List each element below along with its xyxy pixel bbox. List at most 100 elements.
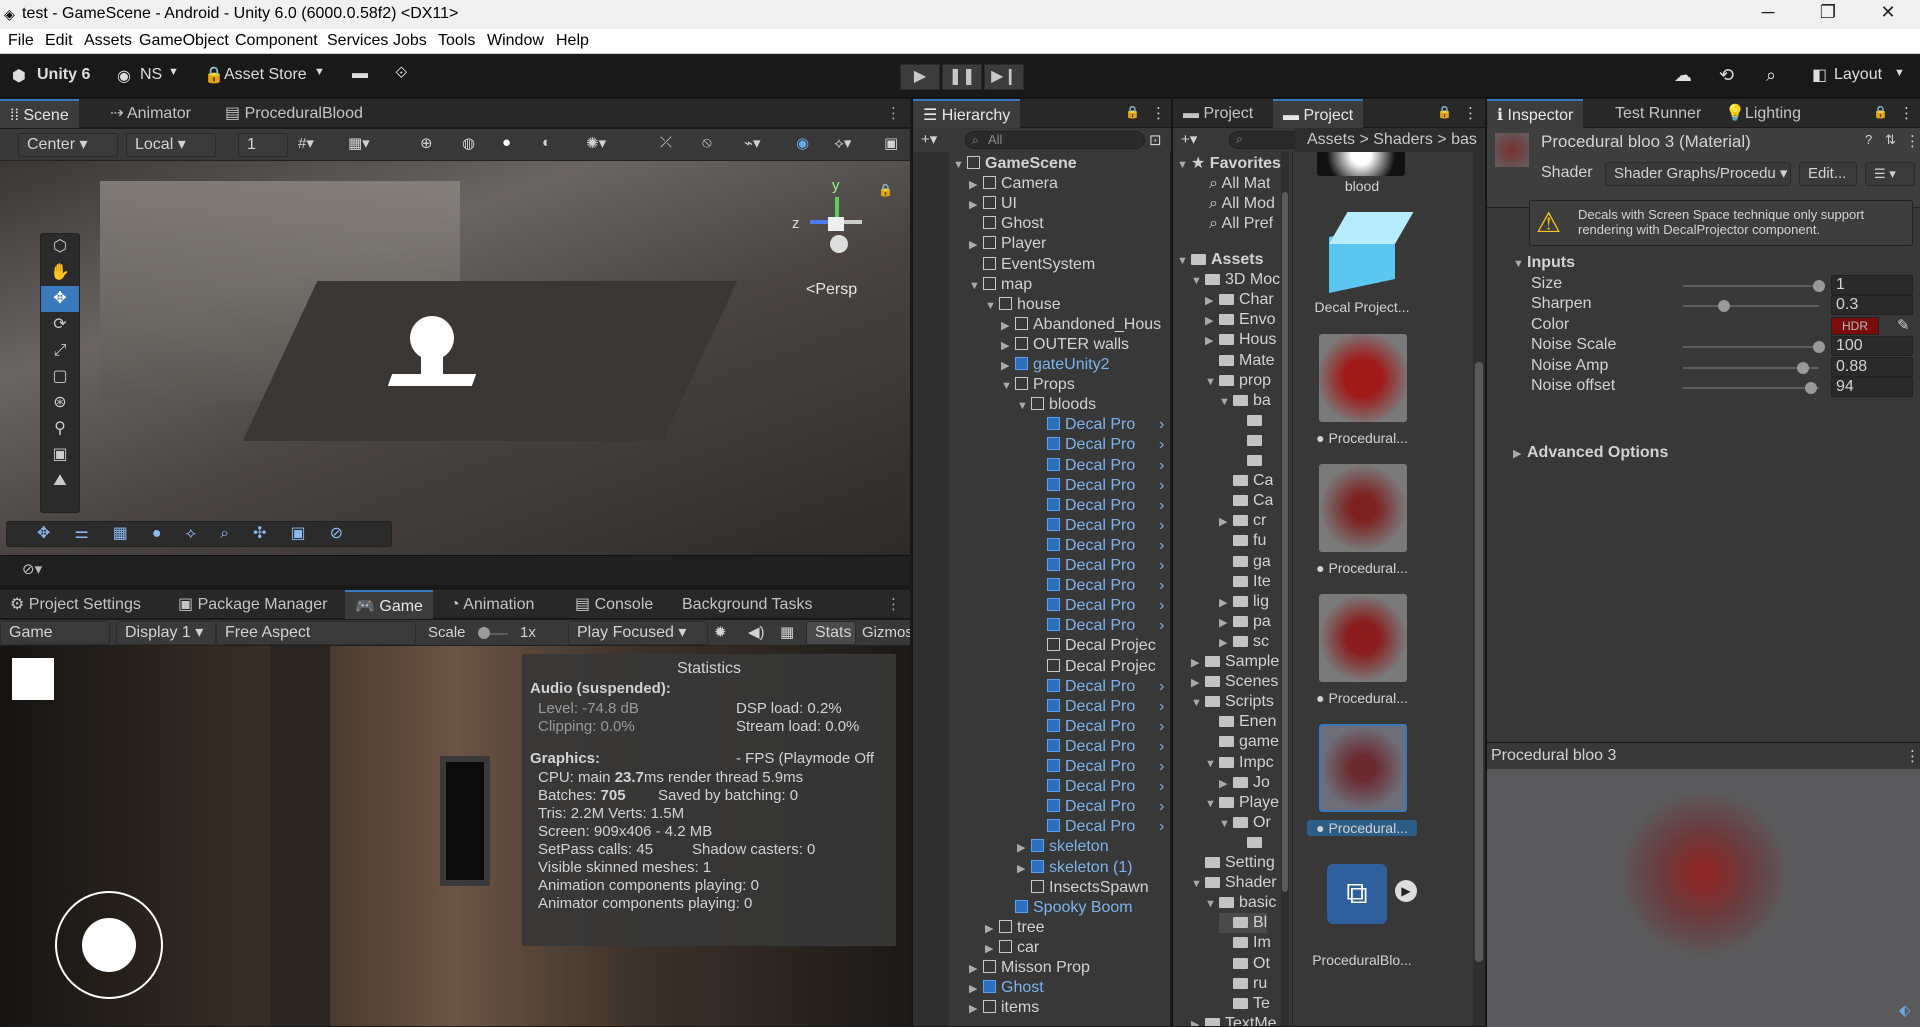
version-control-icon[interactable]: ⟐ (395, 65, 408, 91)
project-folder-item[interactable]: ▶ pa (1219, 612, 1271, 632)
chevron-right-icon[interactable]: › (1159, 697, 1164, 717)
menu-jobs[interactable]: Jobs (393, 32, 427, 50)
effects-icon[interactable]: ⟡▾ (834, 134, 851, 152)
foldout-arrow-icon[interactable]: ▼ (1219, 392, 1233, 411)
project-folder-item[interactable]: ▶ lig (1219, 592, 1269, 612)
create-asset-button[interactable]: +▾ (1181, 130, 1197, 148)
hierarchy-item[interactable]: ▼ house (949, 295, 1061, 315)
project-folder-item[interactable]: Ca (1219, 471, 1273, 491)
hierarchy-item[interactable]: ▶ skeleton (949, 837, 1109, 857)
advanced-options-foldout[interactable]: ▶ Advanced Options (1513, 444, 1668, 462)
maximize-button[interactable]: ❐ (1808, 2, 1848, 28)
cloud-icon[interactable]: ☁ (1674, 65, 1692, 91)
project-folder-item[interactable]: Enen (1205, 712, 1276, 732)
hierarchy-item[interactable]: Decal Pro › (949, 757, 1164, 777)
close-button[interactable]: ✕ (1868, 2, 1908, 28)
menu-gameobject[interactable]: GameObject (139, 32, 229, 50)
project-folder-item[interactable]: ▶ Jo (1219, 773, 1270, 793)
user-dropdown[interactable]: NS (140, 66, 162, 92)
rotate-tool-icon[interactable]: ⟳ (41, 312, 79, 338)
visibility-icon[interactable]: ◉ (796, 134, 809, 152)
foldout-arrow-icon[interactable]: ▼ (1001, 376, 1015, 396)
chevron-right-icon[interactable]: › (1159, 496, 1164, 516)
chevron-right-icon[interactable]: › (1159, 677, 1164, 697)
pause-button[interactable]: ❚❚ (942, 64, 982, 90)
history-icon[interactable]: ⟲ (1719, 65, 1734, 91)
scale-tool-icon[interactable]: ⤢ (41, 338, 79, 364)
foldout-arrow-icon[interactable]: ▶ (1219, 512, 1233, 531)
hierarchy-item[interactable]: Decal Projec (949, 636, 1156, 656)
tab-animation[interactable]: ◔ Animation (440, 590, 544, 619)
hierarchy-item[interactable]: Decal Projec (949, 657, 1156, 677)
hierarchy-item[interactable]: ▶ car (949, 938, 1039, 958)
hierarchy-item[interactable]: Decal Pro › (949, 616, 1164, 636)
shading-unlit-icon[interactable]: ◐ (542, 134, 551, 151)
hierarchy-item[interactable]: ▶ tree (949, 918, 1045, 938)
hierarchy-item[interactable]: ▶ Abandoned_Hous (949, 315, 1161, 335)
chevron-right-icon[interactable]: › (1159, 516, 1164, 536)
project-folder-item[interactable]: Ca (1219, 491, 1273, 511)
more-options-icon[interactable]: ⋮ (1151, 104, 1166, 122)
settings-icon[interactable]: ⇅ (1885, 132, 1896, 148)
project-folder-item[interactable]: game (1205, 732, 1279, 752)
foldout-arrow-icon[interactable]: ▼ (1191, 693, 1205, 712)
foldout-arrow-icon[interactable]: ▼ (953, 155, 967, 175)
property-value-field[interactable]: 0.3 (1831, 295, 1913, 316)
camera-settings-icon[interactable]: ▣ (884, 134, 898, 152)
project-folder-item[interactable]: ▶ cr (1219, 511, 1266, 531)
hierarchy-item[interactable]: Decal Pro › (949, 596, 1164, 616)
property-slider-knob[interactable] (1796, 361, 1809, 374)
project-folder-item[interactable]: ga (1219, 552, 1271, 572)
property-slider-knob[interactable] (1813, 280, 1825, 292)
tab-package-manager[interactable]: ▣ Package Manager (168, 590, 337, 619)
shading-shaded-wire-icon[interactable]: ◍ (462, 134, 475, 152)
overlay-tools-strip[interactable]: ✥⚌▦●⟡⌕✣▣⊘ (6, 521, 392, 547)
hierarchy-item[interactable]: InsectsSpawn (949, 878, 1149, 898)
game-viewport[interactable]: Statistics Audio (suspended): Level: -74… (0, 646, 910, 1026)
play-focused-dropdown[interactable]: Play Focused ▾ (568, 621, 708, 645)
project-folder-item[interactable]: ▼ Or (1219, 813, 1271, 833)
procedural-material-thumb[interactable] (1319, 464, 1407, 552)
project-folder-item[interactable]: ▼ 3D Moc (1191, 270, 1280, 290)
project-folder-item[interactable]: ▼ Shader (1191, 873, 1277, 893)
display-dropdown[interactable]: Display 1 ▾ (116, 621, 216, 645)
chevron-right-icon[interactable]: › (1159, 476, 1164, 496)
foldout-arrow-icon[interactable]: ▶ (1219, 633, 1233, 652)
hierarchy-item[interactable]: ▼ bloods (949, 395, 1096, 415)
game-mode-dropdown[interactable]: Game (0, 621, 110, 645)
tab-project-2[interactable]: ▬ Project (1273, 99, 1364, 128)
hierarchy-item[interactable]: Decal Pro › (949, 456, 1164, 476)
hierarchy-item[interactable]: Decal Pro › (949, 817, 1164, 837)
hand-tool-icon[interactable]: ✋ (41, 260, 79, 286)
foldout-arrow-icon[interactable]: ▶ (985, 939, 999, 959)
hierarchy-item[interactable]: ▼ Props (949, 375, 1075, 395)
tab-proceduralblood[interactable]: ▤ ProceduralBlood (215, 99, 373, 128)
lighting-toggle-icon[interactable]: ⦸ (702, 134, 712, 151)
project-folder-item[interactable] (1233, 833, 1267, 853)
chevron-right-icon[interactable]: › (1159, 456, 1164, 476)
shader-graph-icon[interactable]: ⧉ (1327, 864, 1387, 924)
search-filter-icon[interactable]: ⊡ (1149, 131, 1162, 149)
foldout-arrow-icon[interactable]: ▶ (969, 999, 983, 1019)
more-options-icon[interactable]: ⋮ (1905, 132, 1920, 150)
chevron-right-icon[interactable]: › (1159, 596, 1164, 616)
asset-grid-scrollbar[interactable] (1473, 152, 1485, 1026)
hierarchy-item[interactable]: Decal Pro › (949, 415, 1164, 435)
expand-subassets-icon[interactable]: ▶ (1395, 880, 1417, 902)
hierarchy-item[interactable]: ▶ items (949, 998, 1039, 1018)
foldout-arrow-icon[interactable]: ▶ (1205, 291, 1219, 310)
foldout-arrow-icon[interactable]: ▶ (1001, 356, 1015, 376)
foldout-arrow-icon[interactable]: ▶ (969, 195, 983, 215)
hierarchy-item[interactable]: ▶ gateUnity2 (949, 355, 1110, 375)
foldout-arrow-icon[interactable]: ▶ (1001, 316, 1015, 336)
project-folder-item[interactable]: ▼ Assets (1177, 250, 1263, 270)
chevron-right-icon[interactable]: › (1159, 576, 1164, 596)
hierarchy-item[interactable]: ▼ GameScene (949, 154, 1077, 174)
property-slider-track[interactable] (1683, 285, 1819, 287)
favorite-item[interactable]: ⌕ All Mat (1209, 174, 1270, 194)
project-folder-item[interactable]: Im (1219, 933, 1271, 953)
selected-material-thumb[interactable] (1319, 724, 1407, 812)
audio-toggle-icon[interactable]: ⌁▾ (744, 134, 761, 152)
menu-window[interactable]: Window (487, 32, 544, 50)
mute-icon[interactable]: ◀) (748, 623, 765, 641)
